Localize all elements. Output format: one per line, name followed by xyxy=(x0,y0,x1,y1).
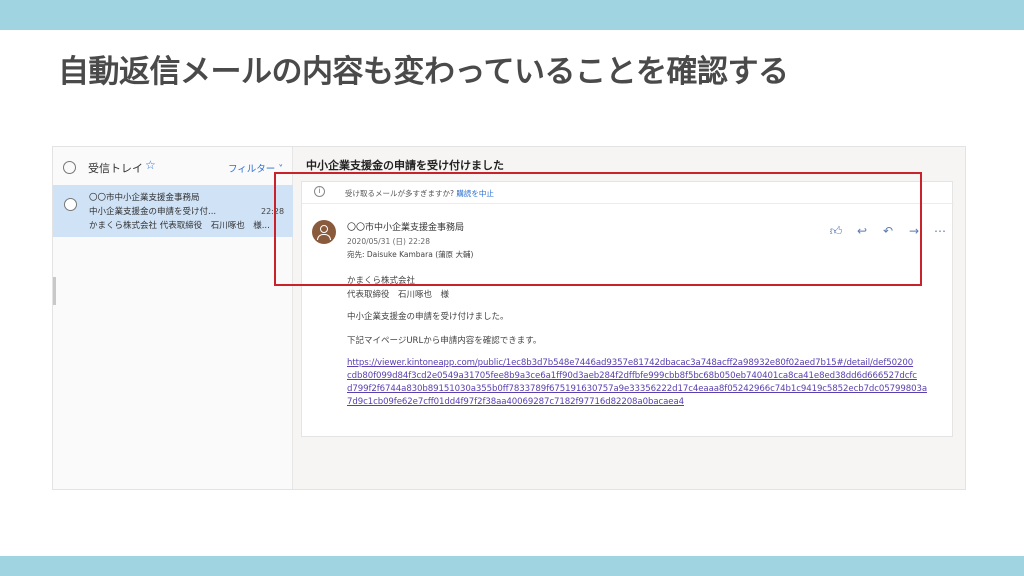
mypage-url-line-2[interactable]: cdb80f099d84f3cd2e0549a31705fee8b9a3ce6a… xyxy=(347,371,917,381)
mypage-url-line-1[interactable]: https://viewer.kintoneapp.com/public/1ec… xyxy=(347,358,913,368)
star-icon[interactable]: ☆ xyxy=(145,158,156,172)
select-mail-icon[interactable] xyxy=(64,198,77,211)
top-accent-bar xyxy=(0,0,1024,30)
mail-item-subject: 中小企業支援金の申請を受け付... xyxy=(89,207,217,217)
slide-title: 自動返信メールの内容も変わっていることを確認する xyxy=(58,54,789,90)
mypage-url-line-4[interactable]: 7d9c1cb09fe62e7cff01dd4f97f2f38aa4006928… xyxy=(347,397,684,407)
mail-item-sender: 〇〇市中小企業支援金事務局 xyxy=(89,193,200,203)
body-line-2: 下記マイページURLから申請内容を確認できます。 xyxy=(347,336,542,346)
pane-scroll-handle[interactable] xyxy=(53,277,56,305)
folder-name[interactable]: 受信トレイ xyxy=(88,160,143,176)
body-line-1: 中小企業支援金の申請を受け付けました。 xyxy=(347,312,509,322)
more-icon[interactable]: ⋯ xyxy=(932,224,948,238)
select-all-icon[interactable] xyxy=(63,161,76,174)
mail-item-preview: かまくら株式会社 代表取締役 石川啄也 様... xyxy=(89,221,270,231)
mail-subject: 中小企業支援金の申請を受け付けました xyxy=(306,159,504,172)
mypage-url-line-3[interactable]: d799f2f6744a830b89151030a355b0ff7833789f… xyxy=(347,384,927,394)
mail-list-item[interactable]: 〇〇市中小企業支援金事務局 中小企業支援金の申請を受け付... 22:28 かま… xyxy=(53,185,293,237)
folder-header: 受信トレイ ☆ フィルター ˅ xyxy=(53,153,293,179)
highlight-box xyxy=(274,172,922,286)
mail-list-pane: 受信トレイ ☆ フィルター ˅ 〇〇市中小企業支援金事務局 中小企業支援金の申請… xyxy=(53,147,293,489)
body-recipient: 代表取締役 石川啄也 様 xyxy=(347,290,450,300)
bottom-accent-bar xyxy=(0,556,1024,576)
